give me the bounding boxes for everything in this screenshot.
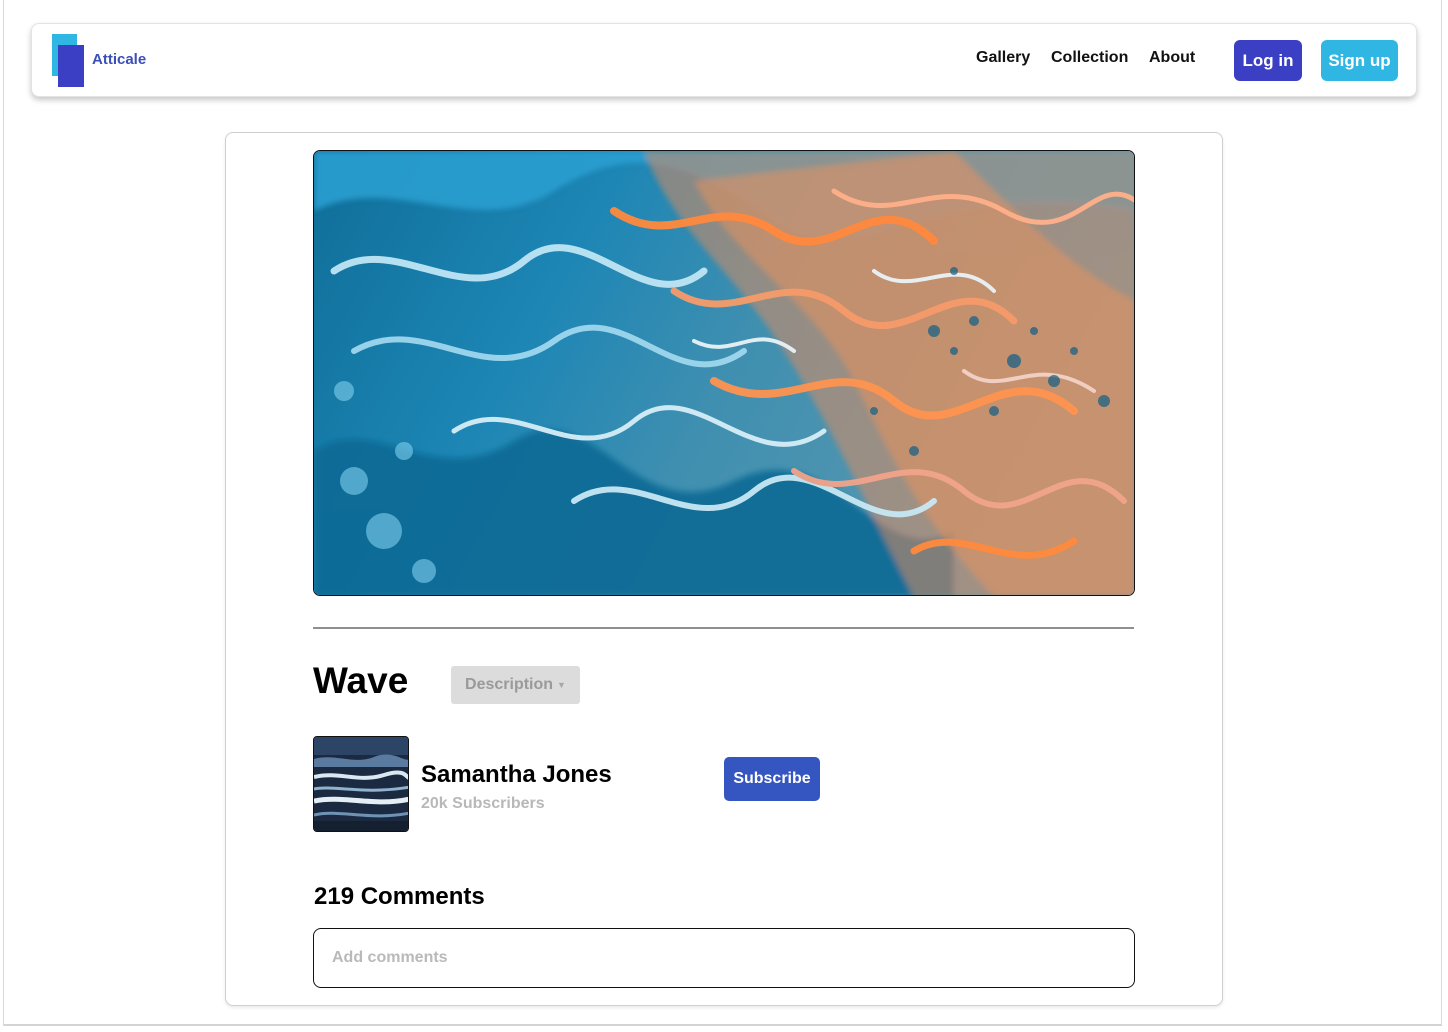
- nav-gallery[interactable]: Gallery: [976, 49, 1030, 67]
- description-label: Description: [465, 676, 554, 693]
- caret-down-icon: ▼: [557, 680, 566, 690]
- signup-button[interactable]: Sign up: [1321, 40, 1398, 81]
- comments-count: 219 Comments: [314, 883, 485, 910]
- subscribe-button[interactable]: Subscribe: [724, 757, 820, 801]
- description-dropdown[interactable]: Description ▼: [451, 666, 580, 704]
- brand-name[interactable]: Atticale: [92, 51, 146, 68]
- comment-input[interactable]: [313, 928, 1135, 988]
- artist-avatar[interactable]: [313, 736, 409, 832]
- subscriber-count: 20k Subscribers: [421, 795, 545, 812]
- logo-icon[interactable]: [52, 34, 86, 87]
- artwork-image[interactable]: [313, 150, 1135, 596]
- section-divider: [313, 627, 1134, 629]
- nav-collection[interactable]: Collection: [1051, 49, 1128, 67]
- login-button[interactable]: Log in: [1234, 40, 1302, 81]
- artist-name[interactable]: Samantha Jones: [421, 761, 612, 789]
- top-navbar: Atticale Gallery Collection About Log in…: [31, 23, 1417, 97]
- artwork-title: Wave: [313, 660, 409, 701]
- nav-about[interactable]: About: [1149, 49, 1195, 67]
